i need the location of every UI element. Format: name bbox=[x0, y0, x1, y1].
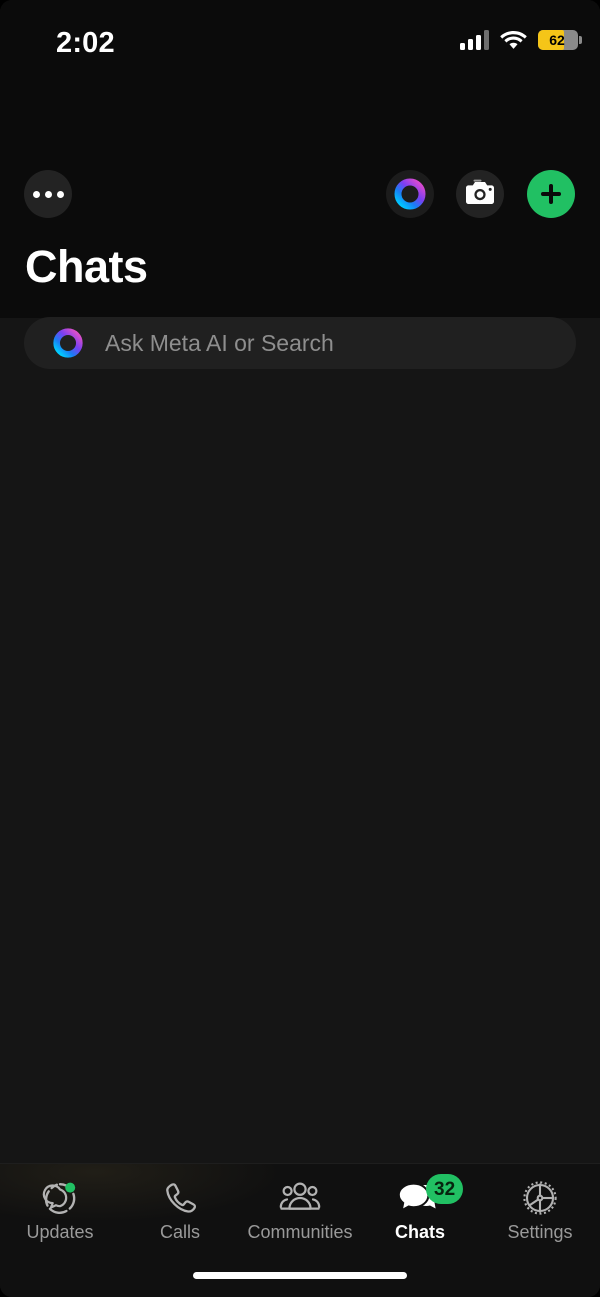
tab-chats[interactable]: 32 Chats bbox=[360, 1164, 480, 1256]
plus-icon bbox=[541, 184, 561, 204]
meta-ai-ring-icon bbox=[394, 178, 426, 210]
page-title: Chats bbox=[25, 241, 148, 292]
whatsapp-chats-screen: 2:02 62 Chats Ask Meta AI or Search Upda… bbox=[0, 0, 600, 1297]
meta-ai-ring-icon bbox=[53, 328, 83, 358]
status-bar-indicators: 62 bbox=[460, 30, 582, 50]
search-placeholder: Ask Meta AI or Search bbox=[105, 329, 334, 356]
cellular-signal-icon bbox=[460, 30, 489, 50]
search-input[interactable]: Ask Meta AI or Search bbox=[24, 317, 576, 369]
home-indicator bbox=[193, 1272, 407, 1279]
status-bar: 2:02 62 bbox=[0, 0, 600, 78]
tab-label: Settings bbox=[507, 1222, 573, 1242]
tab-label: Communities bbox=[247, 1222, 353, 1242]
status-bar-time: 2:02 bbox=[56, 27, 115, 59]
communities-people-icon bbox=[279, 1182, 321, 1210]
chats-header: Chats Ask Meta AI or Search bbox=[0, 78, 600, 369]
tab-updates[interactable]: Updates bbox=[0, 1164, 120, 1256]
battery-percent: 62 bbox=[549, 32, 565, 48]
wifi-icon bbox=[500, 30, 527, 50]
chats-unread-badge: 32 bbox=[426, 1174, 464, 1204]
phone-icon bbox=[166, 1183, 197, 1213]
battery-icon: 62 bbox=[538, 30, 582, 50]
chat-list[interactable] bbox=[0, 318, 600, 1163]
tab-calls[interactable]: Calls bbox=[120, 1164, 240, 1256]
camera-icon bbox=[466, 179, 494, 204]
more-options-button[interactable] bbox=[24, 170, 72, 218]
tab-label: Chats bbox=[394, 1222, 445, 1242]
gear-icon bbox=[523, 1181, 557, 1215]
tab-label: Updates bbox=[26, 1222, 94, 1242]
new-chat-button[interactable] bbox=[527, 170, 575, 218]
more-options-icon bbox=[32, 190, 40, 198]
tab-label: Calls bbox=[159, 1222, 200, 1242]
updates-status-ring-icon bbox=[42, 1182, 76, 1214]
meta-ai-button[interactable] bbox=[386, 170, 434, 218]
tab-communities[interactable]: Communities bbox=[240, 1164, 360, 1256]
tab-settings[interactable]: Settings bbox=[480, 1164, 600, 1256]
camera-button[interactable] bbox=[456, 170, 504, 218]
